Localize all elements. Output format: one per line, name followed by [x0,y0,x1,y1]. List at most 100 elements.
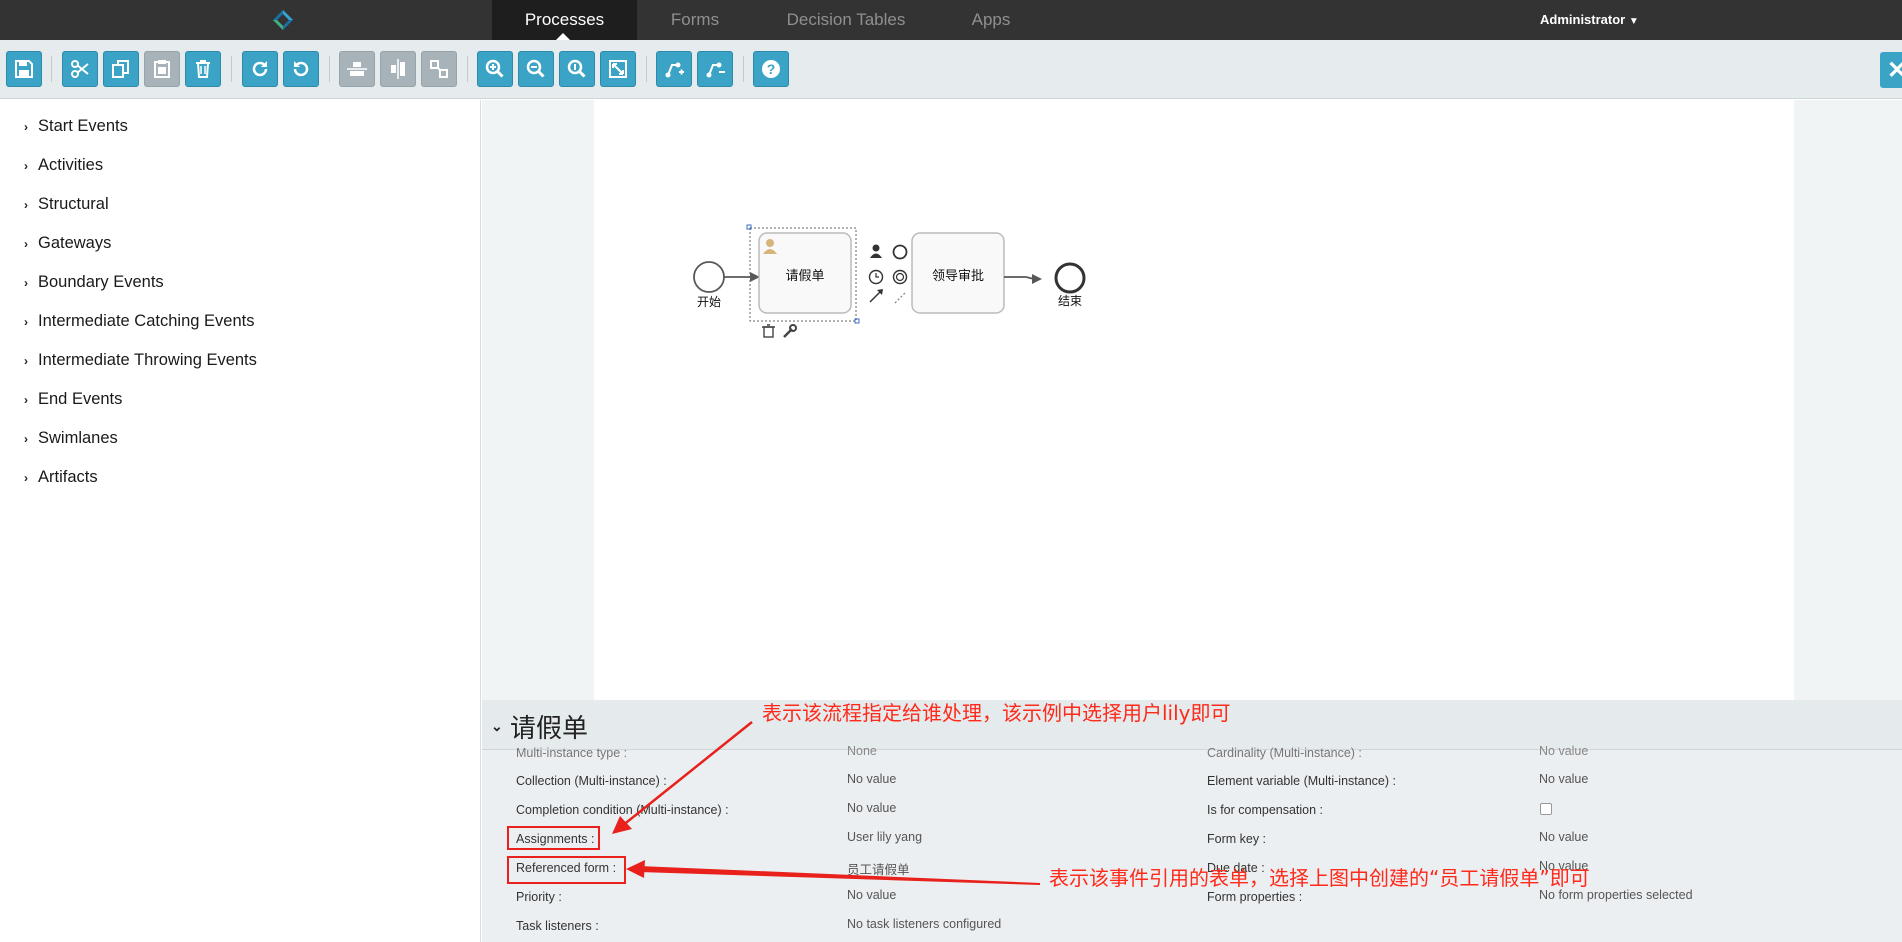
palette-group-label: Start Events [38,117,128,135]
same-size-button[interactable] [421,51,457,87]
help-button[interactable]: ? [753,51,789,87]
palette-group-label: Boundary Events [38,273,164,291]
palette-group-label: Intermediate Throwing Events [38,351,257,369]
palette-group-boundary-events[interactable]: › Boundary Events [24,273,164,293]
assignments-annotation: 表示该流程指定给谁处理，该示例中选择用户lily即可 [762,701,1231,725]
add-text-annotation-icon[interactable] [894,291,907,304]
toolbar-divider [646,56,647,82]
redo-icon [252,61,268,77]
remove-bendpoint-icon [706,62,725,78]
app-logo-icon[interactable] [272,9,294,31]
prop-value-form-key[interactable]: No value [1539,830,1588,844]
prop-label-task-listeners: Task listeners : [516,919,599,933]
user-task-label: 请假单 [785,269,824,284]
prop-label-multi-instance-type: Multi-instance type : [516,746,628,760]
approval-task-label: 领导审批 [932,269,984,284]
prop-value-multi-instance-type[interactable]: None [847,744,877,758]
zoom-in-button[interactable] [477,51,513,87]
align-vertical-button[interactable] [380,51,416,87]
chevron-right-icon: › [24,159,28,173]
prop-value-cardinality[interactable]: No value [1539,744,1588,758]
connect-arrow-icon[interactable] [869,289,883,303]
palette-group-end-events[interactable]: › End Events [24,390,122,410]
zoom-fit-button[interactable] [600,51,636,87]
prop-value-element-variable[interactable]: No value [1539,772,1588,786]
process-canvas[interactable]: 开始 请假单 领导审批 结束 [594,100,1794,700]
properties-panel: ⌄ 请假单 Multi-instance type : None Collect… [482,700,1902,942]
zoom-fit-icon [609,60,627,78]
palette-group-label: Gateways [38,234,112,252]
add-timer-event-icon[interactable] [868,269,884,285]
assignments-highlight-box [507,826,600,850]
end-event[interactable] [1054,262,1086,294]
prop-label-form-key: Form key : [1207,832,1267,846]
sequence-flow[interactable] [1004,276,1035,280]
palette-group-gateways[interactable]: › Gateways [24,234,111,254]
chevron-right-icon: › [24,198,28,212]
trash-icon[interactable] [762,324,775,338]
tab-decision-tables[interactable]: Decision Tables [772,0,920,40]
toolbar-divider [467,56,468,82]
toolbar-divider [51,56,52,82]
redo-button[interactable] [242,51,278,87]
palette-group-intermediate-catching-events[interactable]: › Intermediate Catching Events [24,312,254,332]
save-button[interactable] [6,51,42,87]
zoom-actual-button[interactable] [559,51,595,87]
add-user-task-icon[interactable] [870,244,882,259]
tab-apps[interactable]: Apps [960,0,1022,40]
properties-title: 请假单 [510,714,589,744]
palette-group-intermediate-throwing-events[interactable]: › Intermediate Throwing Events [24,351,257,371]
add-intermediate-event-icon[interactable] [892,269,908,285]
copy-button[interactable] [103,51,139,87]
palette-group-structural[interactable]: › Structural [24,195,109,215]
shape-palette: › Start Events › Activities › Structural › G… [0,100,481,942]
paste-icon [154,60,170,78]
start-event-label: 开始 [697,295,721,309]
align-horizontal-button[interactable] [339,51,375,87]
referenced-form-annotation: 表示该事件引用的表单，选择上图中创建的“员工请假单”即可 [1049,866,1590,890]
prop-value-referenced-form[interactable]: 员工请假单 [847,859,910,878]
toolbar-divider [231,56,232,82]
palette-group-start-events[interactable]: › Start Events [24,117,128,137]
paste-button[interactable] [144,51,180,87]
cut-icon [71,60,89,78]
palette-group-artifacts[interactable]: › Artifacts [24,468,98,488]
close-editor-button[interactable]: ✕ [1880,52,1902,88]
palette-group-label: Swimlanes [38,429,118,447]
remove-bendpoint-button[interactable] [697,51,733,87]
compensation-checkbox[interactable] [1540,803,1552,815]
add-end-event-icon[interactable] [892,244,908,260]
top-navigation-bar: Processes Forms Decision Tables Apps Adm… [0,0,1902,40]
chevron-right-icon: › [24,393,28,407]
prop-value-task-listeners[interactable]: No task listeners configured [847,917,1001,931]
prop-label-is-for-compensation: Is for compensation : [1207,803,1324,817]
prop-value-assignments[interactable]: User lily yang [847,830,922,844]
zoom-out-icon [526,59,545,78]
palette-group-activities[interactable]: › Activities [24,156,103,176]
prop-label-priority: Priority : [516,890,562,904]
prop-label-element-variable: Element variable (Multi-instance) : [1207,774,1396,788]
wrench-icon[interactable] [783,324,797,338]
prop-value-priority[interactable]: No value [847,888,896,902]
chevron-right-icon: › [24,471,28,485]
cut-button[interactable] [62,51,98,87]
palette-group-swimlanes[interactable]: › Swimlanes [24,429,118,449]
user-menu[interactable]: Administrator ▼ [1540,0,1639,40]
zoom-out-button[interactable] [518,51,554,87]
delete-button[interactable] [185,51,221,87]
chevron-right-icon: › [24,276,28,290]
copy-icon [112,60,129,78]
prop-value-completion-condition[interactable]: No value [847,801,896,815]
prop-label-collection: Collection (Multi-instance) : [516,774,667,788]
palette-group-label: Activities [38,156,104,174]
add-bendpoint-button[interactable] [656,51,692,87]
undo-button[interactable] [283,51,319,87]
tab-forms[interactable]: Forms [655,0,735,40]
zoom-actual-icon [567,59,586,78]
prop-value-collection[interactable]: No value [847,772,896,786]
end-event-label: 结束 [1058,294,1082,308]
align-vertical-icon [391,59,405,79]
chevron-down-icon: ⌄ [491,718,503,734]
start-event[interactable] [693,261,725,293]
toolbar-divider [743,56,744,82]
